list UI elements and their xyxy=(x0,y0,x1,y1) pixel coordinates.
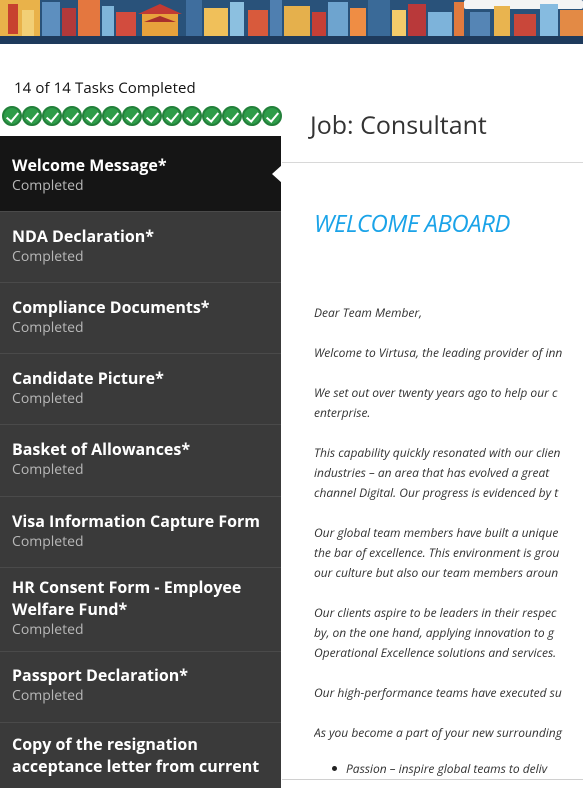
letter-salutation: Dear Team Member, xyxy=(314,304,423,321)
letter-heading: WELCOME ABOARD xyxy=(314,207,510,240)
check-circle-icon xyxy=(142,106,162,126)
task-status: Completed xyxy=(12,620,84,639)
task-name: HR Consent Form - Employee Welfare Fund* xyxy=(12,576,242,620)
header-banner xyxy=(0,0,583,44)
check-circle-icon xyxy=(262,106,282,126)
task-name: Candidate Picture* xyxy=(12,367,164,389)
check-circle-icon xyxy=(222,106,242,126)
check-circle-icon xyxy=(22,106,42,126)
task-name: NDA Declaration* xyxy=(12,225,155,247)
city-skyline-illustration xyxy=(0,0,583,44)
task-name: Visa Information Capture Form xyxy=(12,510,260,532)
letter-line: This capability quickly resonated with o… xyxy=(314,444,561,461)
task-item-resignation-letter[interactable]: Copy of the resignation acceptance lette… xyxy=(0,723,281,788)
letter-line: We set out over twenty years ago to help… xyxy=(314,384,558,401)
letter-bullet: Passion – inspire global teams to deliv xyxy=(331,760,548,777)
check-circle-icon xyxy=(162,106,182,126)
check-circle-icon xyxy=(42,106,62,126)
letter-line: by, on the one hand, applying innovation… xyxy=(314,624,554,641)
letter-line: industries – an area that has evolved a … xyxy=(314,464,550,481)
task-item-hr-consent-form[interactable]: HR Consent Form - Employee Welfare Fund*… xyxy=(0,568,281,652)
task-item-welcome-message[interactable]: Welcome Message* Completed xyxy=(0,136,281,212)
task-item-visa-information[interactable]: Visa Information Capture Form Completed xyxy=(0,497,281,568)
letter-line: Our high-performance teams have executed… xyxy=(314,684,562,701)
task-item-nda-declaration[interactable]: NDA Declaration* Completed xyxy=(0,212,281,283)
task-name: Welcome Message* xyxy=(12,154,167,176)
check-circle-icon xyxy=(102,106,122,126)
task-name: Copy of the resignation acceptance lette… xyxy=(12,733,260,777)
task-status: Completed xyxy=(12,460,84,479)
progress-summary: 14 of 14 Tasks Completed xyxy=(14,78,196,98)
task-name: Compliance Documents* xyxy=(12,296,210,318)
task-status: Completed xyxy=(12,686,84,705)
letter-line: the bar of excellence. This environment … xyxy=(314,544,560,561)
task-status: Completed xyxy=(12,176,84,195)
active-pointer-icon xyxy=(272,164,281,183)
task-list: Welcome Message* Completed NDA Declarati… xyxy=(0,136,281,788)
check-circle-icon xyxy=(2,106,22,126)
letter-line: Welcome to Virtusa, the leading provider… xyxy=(314,344,563,361)
task-item-candidate-picture[interactable]: Candidate Picture* Completed xyxy=(0,354,281,425)
task-item-passport-declaration[interactable]: Passport Declaration* Completed xyxy=(0,652,281,723)
task-status: Completed xyxy=(12,389,84,408)
task-item-basket-of-allowances[interactable]: Basket of Allowances* Completed xyxy=(0,425,281,497)
letter-line: Operational Excellence solutions and ser… xyxy=(314,644,557,661)
letter-line: Our global team members have built a uni… xyxy=(314,524,559,541)
task-status: Completed xyxy=(12,247,84,266)
progress-checkmarks xyxy=(2,106,282,126)
letter-line: our culture but also our team members ar… xyxy=(314,564,559,581)
letter-line: As you become a part of your new surroun… xyxy=(314,724,562,741)
task-status: Completed xyxy=(12,318,84,337)
task-item-compliance-documents[interactable]: Compliance Documents* Completed xyxy=(0,283,281,354)
letter-line: Our clients aspire to be leaders in thei… xyxy=(314,604,557,621)
divider xyxy=(282,779,583,780)
task-name: Basket of Allowances* xyxy=(12,438,191,460)
check-circle-icon xyxy=(82,106,102,126)
letter-line: enterprise. xyxy=(314,404,371,421)
task-panel: 14 of 14 Tasks Completed Welcome Message… xyxy=(0,44,282,788)
check-circle-icon xyxy=(182,106,202,126)
task-name: Passport Declaration* xyxy=(12,664,188,686)
check-circle-icon xyxy=(202,106,222,126)
welcome-letter: WELCOME ABOARD Dear Team Member, Welcome… xyxy=(314,163,583,779)
task-status: Completed xyxy=(12,532,84,551)
check-circle-icon xyxy=(242,106,262,126)
letter-line: channel Digital. Our progress is evidenc… xyxy=(314,484,559,501)
check-circle-icon xyxy=(62,106,82,126)
check-circle-icon xyxy=(122,106,142,126)
page-title: Job: Consultant xyxy=(310,108,487,142)
job-header: Job: Consultant xyxy=(282,100,583,163)
